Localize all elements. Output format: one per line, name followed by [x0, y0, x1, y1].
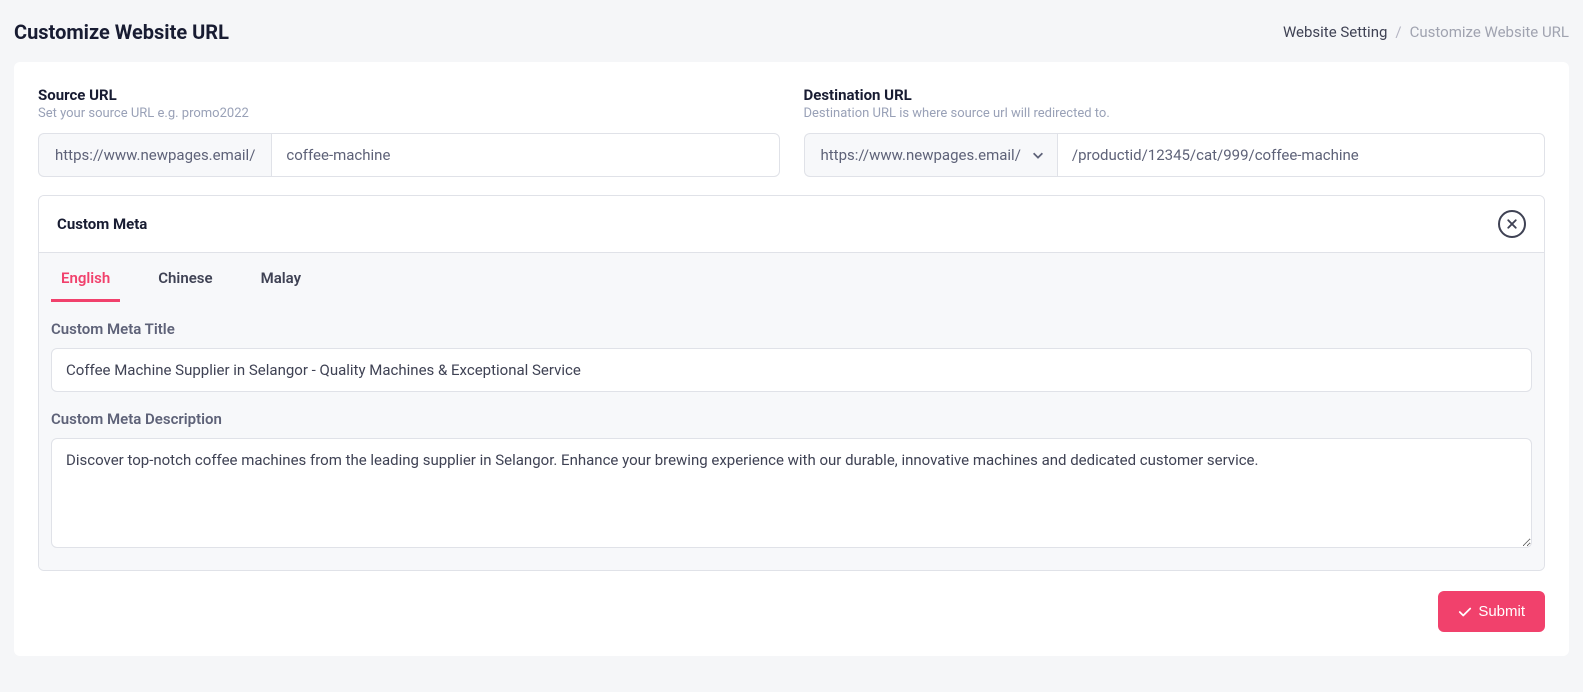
custom-meta-title: Custom Meta [57, 215, 147, 233]
submit-button-label: Submit [1478, 603, 1525, 620]
breadcrumb-parent[interactable]: Website Setting [1283, 23, 1387, 41]
breadcrumb-current: Customize Website URL [1410, 23, 1569, 41]
meta-title-input[interactable] [51, 348, 1532, 392]
destination-url-input[interactable] [1057, 133, 1545, 177]
language-tabs: English Chinese Malay [39, 253, 1544, 302]
close-meta-button[interactable] [1498, 210, 1526, 238]
destination-url-helper: Destination URL is where source url will… [804, 106, 1546, 121]
custom-meta-panel: Custom Meta English Chinese Malay Custom… [38, 195, 1545, 571]
tab-english[interactable]: English [51, 253, 120, 302]
destination-url-label: Destination URL [804, 86, 1546, 104]
main-card: Source URL Set your source URL e.g. prom… [14, 62, 1569, 656]
check-icon [1458, 605, 1472, 619]
submit-button[interactable]: Submit [1438, 591, 1545, 632]
destination-url-section: Destination URL Destination URL is where… [804, 86, 1546, 177]
close-icon [1506, 218, 1518, 230]
source-url-label: Source URL [38, 86, 780, 104]
tab-chinese[interactable]: Chinese [148, 253, 222, 302]
source-url-section: Source URL Set your source URL e.g. prom… [38, 86, 780, 177]
page-title: Customize Website URL [14, 20, 229, 44]
source-url-prefix: https://www.newpages.email/ [38, 133, 271, 177]
page-header: Customize Website URL Website Setting / … [14, 20, 1569, 44]
meta-title-label: Custom Meta Title [51, 320, 1532, 338]
meta-description-input[interactable] [51, 438, 1532, 548]
source-url-input[interactable] [271, 133, 779, 177]
tab-malay[interactable]: Malay [251, 253, 311, 302]
destination-url-prefix-text: https://www.newpages.email/ [821, 146, 1021, 164]
chevron-down-icon [1031, 148, 1045, 162]
destination-url-prefix-select[interactable]: https://www.newpages.email/ [804, 133, 1057, 177]
meta-description-label: Custom Meta Description [51, 410, 1532, 428]
breadcrumb: Website Setting / Customize Website URL [1283, 23, 1569, 41]
breadcrumb-separator: / [1395, 23, 1401, 41]
source-url-helper: Set your source URL e.g. promo2022 [38, 106, 780, 121]
